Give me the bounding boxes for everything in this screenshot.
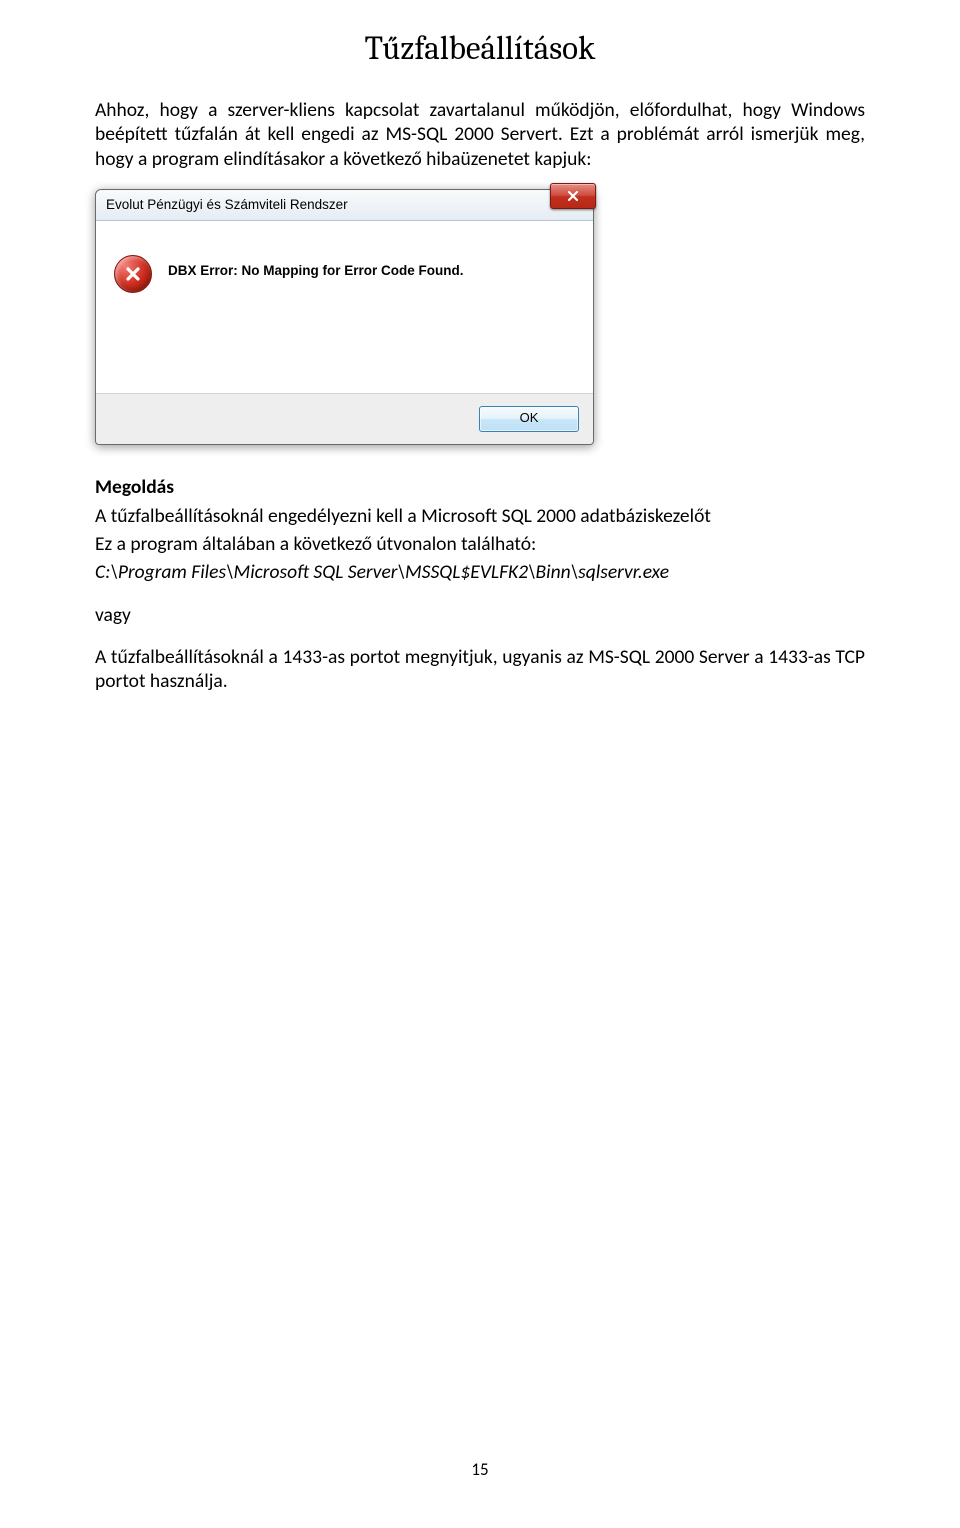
error-dialog: Evolut Pénzügyi és Számviteli Rendszer D…: [95, 189, 594, 445]
solution-heading: Megoldás: [95, 475, 865, 499]
error-dialog-illustration: Evolut Pénzügyi és Számviteli Rendszer D…: [95, 189, 865, 445]
page-number: 15: [0, 1459, 960, 1480]
intro-paragraph: Ahhoz, hogy a szerver-kliens kapcsolat z…: [95, 98, 865, 171]
dialog-message: DBX Error: No Mapping for Error Code Fou…: [168, 253, 464, 278]
close-button[interactable]: [550, 183, 596, 209]
solution-port: A tűzfalbeállításoknál a 1433-as portot …: [95, 645, 865, 694]
solution-line-2: Ez a program általában a következő útvon…: [95, 532, 865, 556]
dialog-footer: OK: [96, 393, 593, 444]
error-icon: [114, 255, 152, 293]
close-icon: [566, 190, 580, 202]
dialog-titlebar: Evolut Pénzügyi és Számviteli Rendszer: [96, 190, 593, 221]
solution-line-1: A tűzfalbeállításoknál engedélyezni kell…: [95, 504, 865, 528]
dialog-title: Evolut Pénzügyi és Számviteli Rendszer: [106, 197, 348, 212]
vagy-text: vagy: [95, 603, 865, 627]
solution-path: C:\Program Files\Microsoft SQL Server\MS…: [95, 560, 865, 584]
dialog-body: DBX Error: No Mapping for Error Code Fou…: [96, 221, 593, 393]
page-title: Tűzfalbeállítások: [95, 30, 865, 68]
ok-button[interactable]: OK: [479, 406, 579, 432]
